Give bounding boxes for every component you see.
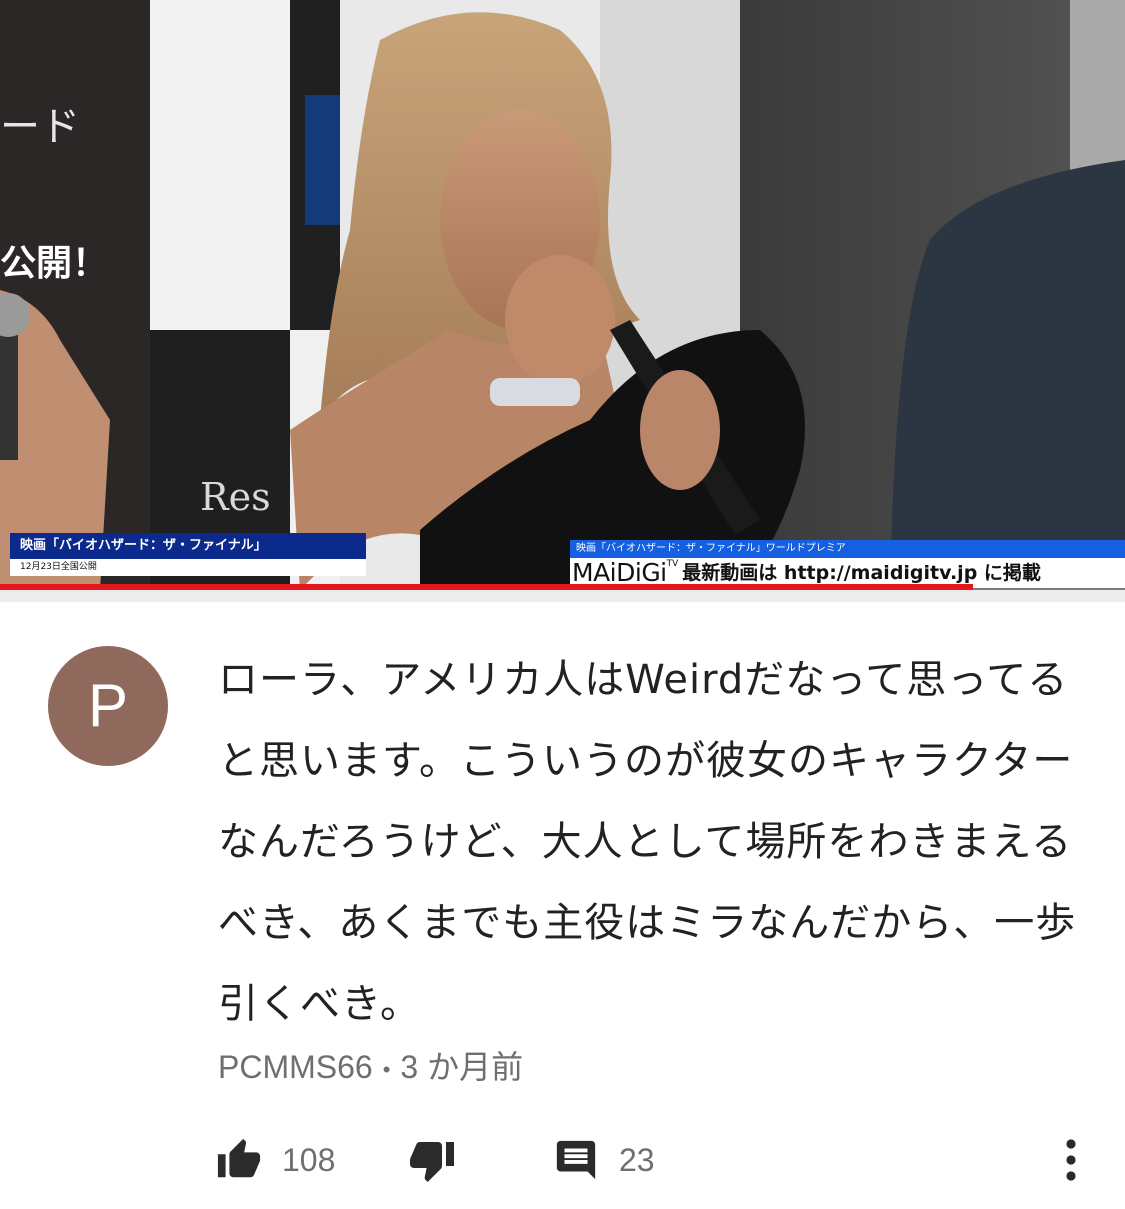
thumb-up-icon[interactable]	[216, 1137, 262, 1183]
comment-time: 3 か月前	[400, 1049, 524, 1085]
thumb-down-icon[interactable]	[408, 1136, 456, 1184]
more-vert-icon[interactable]	[1052, 1136, 1090, 1184]
maidigi-logo-tv: TV	[666, 559, 679, 569]
meta-separator: •	[382, 1056, 391, 1082]
reply-button[interactable]: 23	[553, 1130, 655, 1190]
video-player[interactable]: ード 公開！ Res 映画「バイオハザード：ザ・ファイナル」 12月23日全国公…	[0, 0, 1125, 590]
comment-meta: PCMMS66 • 3 か月前	[218, 1042, 523, 1088]
svg-text:公開！: 公開！	[0, 243, 108, 284]
maidigi-logo: MAiDiGi	[572, 558, 667, 587]
avatar[interactable]: P	[48, 646, 168, 766]
watermark-url: 最新動画は http://maidigitv.jp に掲載	[682, 562, 1041, 584]
svg-text:Res: Res	[200, 475, 271, 519]
video-caption-release: 12月23日全国公開	[10, 559, 366, 576]
comment-icon[interactable]	[553, 1137, 599, 1183]
video-caption-title: 映画「バイオハザード：ザ・ファイナル」	[10, 533, 366, 559]
svg-text:ード: ード	[0, 104, 80, 150]
comment-author[interactable]: PCMMS66	[218, 1049, 373, 1085]
reply-count: 23	[619, 1141, 655, 1178]
dislike-button[interactable]	[408, 1130, 456, 1190]
video-caption-premiere: 映画「バイオハザード：ザ・ファイナル」ワールドプレミア	[570, 540, 1125, 558]
video-frame-image: ード 公開！ Res	[0, 0, 1125, 590]
section-divider	[0, 590, 1125, 602]
more-options-button[interactable]	[1052, 1130, 1090, 1190]
comment-text: ローラ、アメリカ人はWeirdだなって思ってると思います。こういうのが彼女のキャ…	[218, 657, 1077, 1027]
avatar-letter: P	[87, 672, 129, 739]
like-button[interactable]: 108	[216, 1130, 335, 1190]
like-count: 108	[282, 1141, 336, 1178]
